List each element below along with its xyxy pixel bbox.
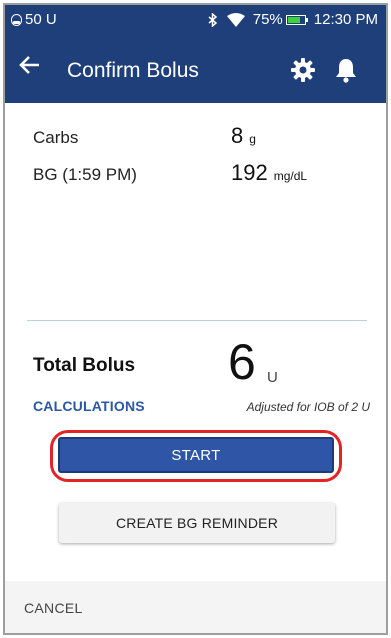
create-bg-reminder-button[interactable]: CREATE BG REMINDER <box>59 503 335 543</box>
carbs-value: 8 <box>231 123 244 148</box>
carbs-label: Carbs <box>33 128 79 147</box>
wifi-icon <box>226 12 245 27</box>
carbs-value-group: 8g <box>231 123 256 149</box>
footer-bar: CANCEL <box>5 581 386 633</box>
bell-icon <box>336 59 356 83</box>
total-bolus-unit: U <box>267 369 278 386</box>
phone-screen: 50 U 75% 12:30 PM Confirm Bolus Carbs 8 … <box>3 3 388 635</box>
clock: 12:30 PM <box>313 11 378 28</box>
calculations-link[interactable]: CALCULATIONS <box>33 398 145 414</box>
bg-value: 192 <box>231 160 268 185</box>
app-bar: Confirm Bolus <box>5 35 386 103</box>
total-bolus-label: Total Bolus <box>33 355 136 376</box>
bg-label: BG (1:59 PM) <box>33 165 137 184</box>
settings-button[interactable] <box>290 57 318 85</box>
status-bar: 50 U 75% 12:30 PM <box>5 5 386 35</box>
insulin-status: 50 U <box>11 11 57 28</box>
gear-icon <box>291 58 315 82</box>
pod-icon <box>11 13 22 26</box>
notifications-button[interactable] <box>334 57 362 85</box>
insulin-remaining: 50 U <box>25 11 57 28</box>
page-title: Confirm Bolus <box>67 59 199 82</box>
battery-status: 75% <box>252 11 308 28</box>
total-bolus-value: 6 <box>228 334 256 390</box>
cancel-button[interactable]: CANCEL <box>24 600 83 616</box>
back-button[interactable] <box>19 55 51 85</box>
start-button[interactable]: START <box>58 437 334 473</box>
battery-percent: 75% <box>252 11 283 28</box>
carbs-unit: g <box>249 132 256 146</box>
battery-icon <box>285 14 308 25</box>
divider <box>27 320 367 321</box>
system-status: 75% 12:30 PM <box>207 11 378 28</box>
bg-value-group: 192 mg/dL <box>231 160 307 186</box>
bg-unit: mg/dL <box>273 169 308 183</box>
bluetooth-icon <box>207 12 219 27</box>
iob-adjustment-note: Adjusted for IOB of 2 U <box>246 400 370 414</box>
back-arrow-icon <box>19 56 39 74</box>
